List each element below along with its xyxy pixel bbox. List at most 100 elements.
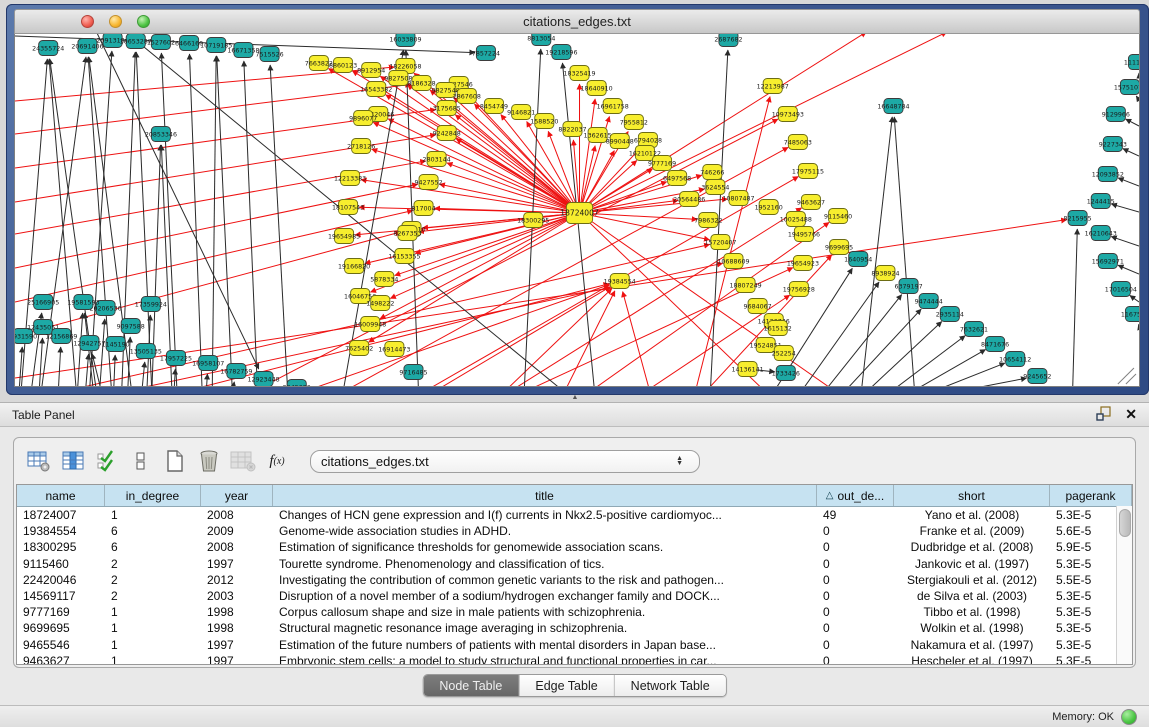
canvas-resize-grip[interactable] — [1126, 374, 1136, 384]
cell-short[interactable]: Nakamura et al. (1997) — [894, 637, 1050, 653]
graph-edge[interactable] — [406, 50, 419, 386]
cell-title[interactable]: Corpus callosum shape and size in male p… — [273, 604, 817, 620]
cell-title[interactable]: Embryonic stem cells: a model to study s… — [273, 653, 817, 665]
float-panel-icon[interactable] — [1096, 406, 1111, 424]
graph-edge[interactable] — [562, 63, 594, 386]
table-selector-dropdown[interactable]: citations_edges.txt ▲▼ — [310, 450, 700, 473]
graph-edge[interactable] — [1111, 204, 1139, 212]
graph-edge[interactable] — [161, 145, 172, 386]
new-document-icon[interactable] — [160, 447, 190, 475]
cell-in-degree[interactable]: 2 — [105, 572, 201, 588]
cell-name[interactable]: 18724007 — [17, 507, 105, 523]
graph-edge[interactable] — [244, 61, 258, 386]
cell-in-degree[interactable]: 2 — [105, 588, 201, 604]
cell-in-degree[interactable]: 1 — [105, 507, 201, 523]
cell-year[interactable]: 2008 — [201, 539, 273, 555]
graph-edge[interactable] — [15, 84, 411, 134]
cell-out-degree[interactable]: 0 — [817, 588, 894, 604]
cell-short[interactable]: Jankovic et al. (1997) — [894, 556, 1050, 572]
tab-node-table[interactable]: Node Table — [423, 675, 519, 696]
cell-short[interactable]: Yano et al. (2008) — [894, 507, 1050, 523]
graph-edge[interactable] — [1118, 265, 1139, 274]
tab-edge-table[interactable]: Edge Table — [519, 675, 614, 696]
graph-edge[interactable] — [58, 347, 60, 386]
graph-edge[interactable] — [39, 338, 42, 386]
graph-edge[interactable] — [1126, 119, 1139, 126]
graph-edge[interactable] — [189, 54, 202, 386]
cell-name[interactable]: 9699695 — [17, 620, 105, 636]
graph-edge[interactable] — [114, 355, 116, 386]
cell-name[interactable]: 9463627 — [17, 653, 105, 665]
table-row[interactable]: 2242004622012Investigating the contribut… — [17, 572, 1132, 588]
column-header-name[interactable]: name — [17, 485, 105, 506]
table-row[interactable]: 1456911722003Disruption of a novel membe… — [17, 588, 1132, 604]
scrollbar-thumb[interactable] — [1119, 509, 1131, 537]
cell-out-degree[interactable]: 49 — [817, 507, 894, 523]
table-row[interactable]: 1830029562008Estimation of significance … — [17, 539, 1132, 555]
cell-in-degree[interactable]: 1 — [105, 637, 201, 653]
cell-name[interactable]: 14569117 — [17, 588, 105, 604]
function-icon[interactable]: f(x) — [262, 447, 292, 475]
cell-short[interactable]: Tibbo et al. (1998) — [894, 604, 1050, 620]
table-row[interactable]: 1872400712008Changes of HCN gene express… — [17, 507, 1132, 523]
cell-short[interactable]: Dudbridge et al. (2008) — [894, 539, 1050, 555]
cell-in-degree[interactable]: 1 — [105, 620, 201, 636]
graph-edge[interactable] — [174, 369, 175, 386]
cell-name[interactable]: 22420046 — [17, 572, 105, 588]
panel-splitter-handle[interactable]: ▲ — [568, 394, 582, 402]
graph-edge[interactable] — [584, 151, 614, 205]
table-row[interactable]: 1938455462009Genome-wide association stu… — [17, 523, 1132, 539]
graph-edge[interactable] — [373, 122, 570, 209]
close-panel-icon[interactable]: ✕ — [1125, 406, 1137, 423]
cell-short[interactable]: Hescheler et al. (1997) — [894, 653, 1050, 665]
column-header-pagerank[interactable]: pagerank — [1050, 485, 1132, 506]
cell-short[interactable]: Wolkin et al. (1998) — [894, 620, 1050, 636]
cell-year[interactable]: 2009 — [201, 523, 273, 539]
cell-out-degree[interactable]: 0 — [817, 637, 894, 653]
graph-edge[interactable] — [581, 99, 595, 203]
graph-edge[interactable] — [955, 378, 1027, 386]
table-settings-icon[interactable] — [24, 447, 54, 475]
table-row[interactable]: 969969511998Structural magnetic resonanc… — [17, 620, 1132, 636]
cell-in-degree[interactable]: 6 — [105, 539, 201, 555]
cell-out-degree[interactable]: 0 — [817, 653, 894, 665]
graph-edge[interactable] — [100, 319, 105, 386]
cell-short[interactable]: Franke et al. (2009) — [894, 523, 1050, 539]
graph-edge[interactable] — [590, 199, 728, 212]
cell-year[interactable]: 1997 — [201, 653, 273, 665]
cell-year[interactable]: 1998 — [201, 620, 273, 636]
select-column-icon[interactable] — [58, 447, 88, 475]
cell-title[interactable]: Changes of HCN gene expression and I(f) … — [273, 507, 817, 523]
cell-year[interactable]: 1997 — [201, 637, 273, 653]
graph-edge[interactable] — [573, 140, 578, 203]
graph-edge[interactable] — [217, 56, 233, 386]
close-window-button[interactable] — [81, 15, 94, 28]
cell-out-degree[interactable]: 0 — [817, 620, 894, 636]
graph-edge[interactable] — [97, 34, 259, 369]
graph-edge[interactable] — [582, 146, 595, 204]
graph-edge[interactable] — [15, 232, 401, 336]
graph-edge[interactable] — [866, 322, 941, 386]
cell-out-degree[interactable]: 0 — [817, 604, 894, 620]
graph-edge[interactable] — [1111, 237, 1139, 246]
cell-out-degree[interactable]: 0 — [817, 572, 894, 588]
network-window-titlebar[interactable]: citations_edges.txt — [14, 9, 1140, 34]
graph-edge[interactable] — [894, 117, 914, 386]
cell-year[interactable]: 1997 — [201, 556, 273, 572]
cell-title[interactable]: Estimation of the future numbers of pati… — [273, 637, 817, 653]
graph-edge[interactable] — [1118, 178, 1139, 186]
column-header-title[interactable]: title — [273, 485, 817, 506]
select-rows-icon[interactable] — [92, 447, 122, 475]
table-row[interactable]: 946554611997Estimation of the future num… — [17, 637, 1132, 653]
graph-edge[interactable] — [1123, 149, 1139, 156]
cell-title[interactable]: Investigating the contribution of common… — [273, 572, 817, 588]
table-row[interactable]: 946362711997Embryonic stem cells: a mode… — [17, 653, 1132, 665]
table-row[interactable]: 977716911998Corpus callosum shape and si… — [17, 604, 1132, 620]
column-header-out-degree[interactable]: △ out_de... — [817, 485, 894, 506]
cell-out-degree[interactable]: 0 — [817, 523, 894, 539]
graph-edge[interactable] — [206, 374, 207, 386]
graph-edge[interactable] — [15, 161, 426, 234]
graph-edge[interactable] — [61, 244, 709, 386]
minimize-window-button[interactable] — [109, 15, 122, 28]
graph-edge[interactable] — [1130, 295, 1139, 302]
